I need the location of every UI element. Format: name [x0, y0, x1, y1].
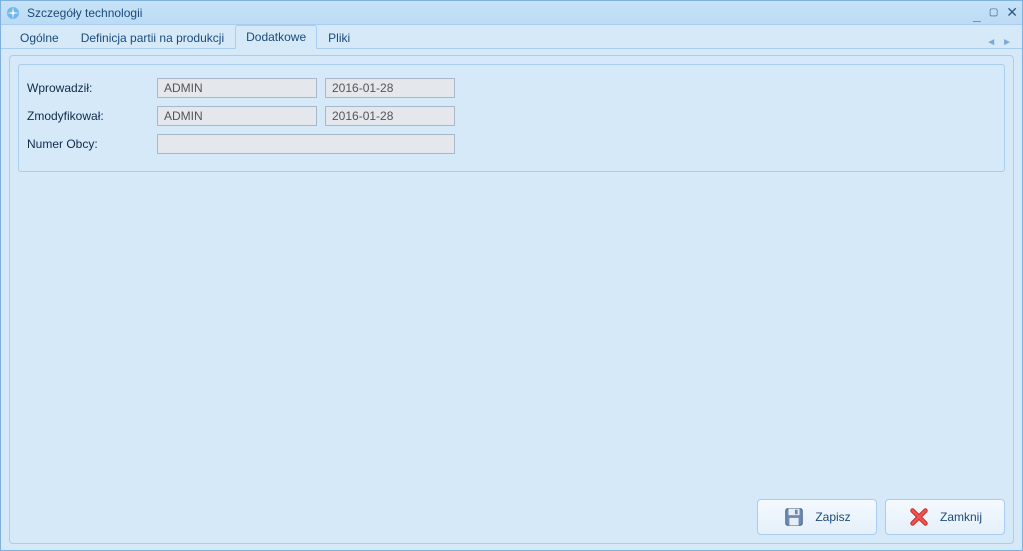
input-foreign-no	[157, 134, 455, 154]
close-button-label: Zamknij	[940, 510, 982, 524]
label-foreign-no: Numer Obcy:	[27, 137, 157, 151]
tab-scroll-left-icon[interactable]: ◄	[984, 37, 998, 48]
row-modified-by: Zmodyfikował: ADMIN 2016-01-28	[27, 103, 996, 129]
content-spacer	[10, 180, 1013, 491]
label-modified-by: Zmodyfikował:	[27, 109, 157, 123]
tab-ogolne[interactable]: Ogólne	[9, 26, 70, 49]
input-created-by-user: ADMIN	[157, 78, 317, 98]
titlebar: Szczegóły technologii _ ▢ ✕	[1, 1, 1022, 25]
window: Szczegóły technologii _ ▢ ✕ Ogólne Defin…	[0, 0, 1023, 551]
minimize-button[interactable]: _	[973, 7, 981, 23]
tab-nav: ◄ ►	[984, 37, 1014, 48]
tabstrip: Ogólne Definicja partii na produkcji Dod…	[1, 25, 1022, 49]
save-icon	[783, 506, 805, 528]
window-controls: _ ▢ ✕	[973, 4, 1018, 21]
save-button[interactable]: Zapisz	[757, 499, 877, 535]
row-foreign-no: Numer Obcy:	[27, 131, 996, 157]
tab-dodatkowe[interactable]: Dodatkowe	[235, 25, 317, 49]
window-title: Szczegóły technologii	[27, 6, 973, 20]
button-row: Zapisz Zamknij	[10, 491, 1013, 543]
close-icon	[908, 506, 930, 528]
close-button[interactable]: Zamknij	[885, 499, 1005, 535]
details-fieldset: Wprowadził: ADMIN 2016-01-28 Zmodyfikowa…	[18, 64, 1005, 172]
tab-pliki[interactable]: Pliki	[317, 26, 361, 49]
input-modified-date: 2016-01-28	[325, 106, 455, 126]
close-window-button[interactable]: ✕	[1006, 4, 1018, 21]
app-icon	[5, 5, 21, 21]
save-button-label: Zapisz	[815, 510, 850, 524]
label-created-by: Wprowadził:	[27, 81, 157, 95]
input-created-date: 2016-01-28	[325, 78, 455, 98]
row-created-by: Wprowadził: ADMIN 2016-01-28	[27, 75, 996, 101]
tab-definicja-partii[interactable]: Definicja partii na produkcji	[70, 26, 235, 49]
tab-content: Wprowadził: ADMIN 2016-01-28 Zmodyfikowa…	[9, 55, 1014, 544]
maximize-button[interactable]: ▢	[989, 7, 998, 18]
input-modified-by-user: ADMIN	[157, 106, 317, 126]
tab-scroll-right-icon[interactable]: ►	[1000, 37, 1014, 48]
